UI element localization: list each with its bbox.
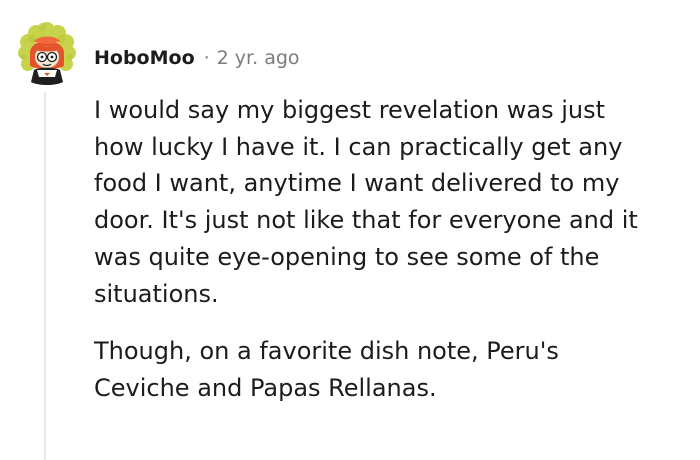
meta-separator: ·: [203, 47, 210, 69]
comment-line: Ceviche and Papas Rellanas.: [94, 373, 437, 402]
comment-line: was quite eye-opening to see some of the: [94, 242, 600, 271]
timestamp[interactable]: 2 yr. ago: [217, 45, 300, 71]
comment-line: food I want, anytime I want delivered to…: [94, 169, 620, 198]
comment-line: Though, on a favorite dish note, Peru's: [94, 337, 559, 366]
author-name[interactable]: HoboMoo: [94, 45, 195, 71]
comment-paragraph: I would say my biggest revelation was ju…: [94, 92, 684, 312]
comment-body: I would say my biggest revelation was ju…: [94, 92, 684, 428]
comment-paragraph: Though, on a favorite dish note, Peru's …: [94, 333, 684, 406]
comment: HoboMoo · 2 yr. ago I would say my bigge…: [0, 0, 700, 460]
cartoon-avatar-icon: [13, 18, 81, 86]
comment-line: door. It's just not like that for everyo…: [94, 206, 638, 235]
user-avatar[interactable]: [12, 17, 82, 87]
thread-line[interactable]: [44, 92, 46, 460]
comment-line: I would say my biggest revelation was ju…: [94, 96, 606, 124]
comment-line: situations.: [94, 279, 219, 308]
comment-line: how lucky I have it. I can practically g…: [94, 132, 623, 161]
comment-meta: HoboMoo · 2 yr. ago: [94, 45, 300, 71]
